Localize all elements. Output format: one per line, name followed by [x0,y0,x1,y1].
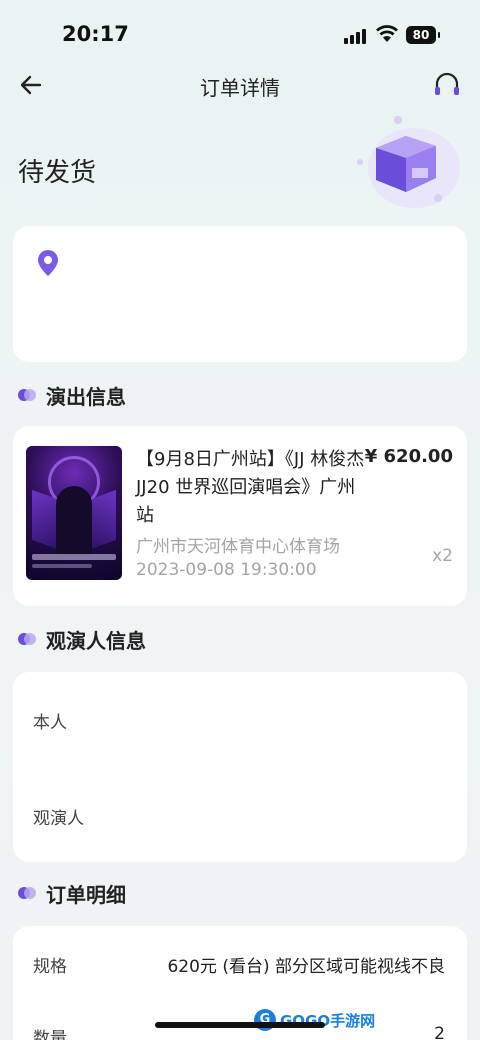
navigation-bar: 订单详情 [0,62,480,106]
status-bar: 20:17 80 [0,0,480,70]
address-card[interactable] [13,226,467,362]
home-indicator[interactable] [155,1022,325,1028]
viewer-label-self: 本人 [33,713,67,733]
show-datetime: 2023-09-08 19:30:00 [136,560,317,580]
section-title: 观演人信息 [46,628,146,653]
page-title: 订单详情 [200,76,280,100]
order-status-title: 待发货 [18,158,97,188]
spec-label: 规格 [33,957,67,977]
viewer-info-header: 观演人信息 [18,624,146,654]
section-dot-icon [18,633,38,645]
show-card[interactable]: 【9月8日广州站】《JJ 林俊杰 JJ20 世界巡回演唱会》广州站 ¥ 620.… [13,426,467,606]
viewer-card: 本人 观演人 [13,672,467,862]
battery-icon: 80 [406,26,440,44]
status-time: 20:17 [62,22,129,46]
package-box-icon [357,116,460,208]
headset-icon[interactable] [432,70,462,100]
quantity-value: 2 [434,1024,445,1040]
watermark: G GOGO手游网 [254,1008,375,1032]
wifi-icon [376,25,398,42]
section-title: 订单明细 [46,882,126,907]
section-title: 演出信息 [46,384,126,409]
show-quantity: x2 [432,546,453,566]
spec-value: 620元 (看台) 部分区域可能视线不良 [167,957,445,977]
location-pin-icon [38,250,58,276]
show-info-header: 演出信息 [18,380,126,410]
order-detail-header: 订单明细 [18,878,126,908]
quantity-label: 数量 [33,1029,67,1040]
viewer-label-attendee: 观演人 [33,809,84,829]
cellular-signal-icon [344,28,368,44]
show-venue: 广州市天河体育中心体育场 [136,537,340,557]
show-price: ¥ 620.00 [364,446,453,467]
section-dot-icon [18,389,38,401]
concert-poster [26,446,122,580]
show-title: 【9月8日广州站】《JJ 林俊杰 JJ20 世界巡回演唱会》广州站 [136,449,365,526]
section-dot-icon [18,887,38,899]
